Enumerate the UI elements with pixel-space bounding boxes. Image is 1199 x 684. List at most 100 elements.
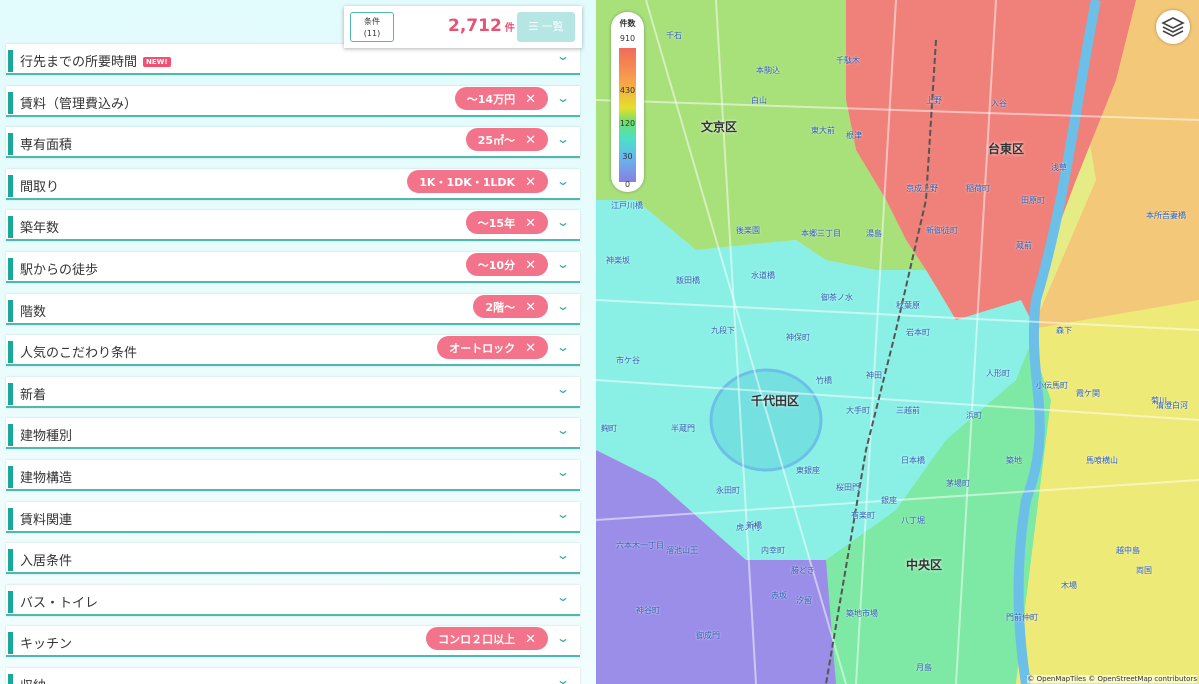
station-label[interactable]: 田原町 [1021,195,1045,206]
station-label[interactable]: 湯島 [866,228,882,239]
station-label[interactable]: 京成上野 [906,183,938,194]
chevron-down-icon[interactable]: ⌄ [556,465,570,479]
station-label[interactable]: 有楽町 [851,510,875,521]
filter-chip[interactable]: 〜14万円 ✕ [454,86,548,110]
station-label[interactable]: 新御徒町 [926,225,958,236]
station-label[interactable]: 半蔵門 [671,423,695,434]
conditions-button[interactable]: 条件 (11) [350,12,394,42]
station-label[interactable]: 千駄木 [836,55,860,66]
close-icon[interactable]: ✕ [525,92,536,107]
station-label[interactable]: 後楽園 [736,225,760,236]
filter-chip[interactable]: 〜15年 ✕ [465,211,548,235]
map-attribution[interactable]: © OpenMapTiles © OpenStreetMap contribut… [1027,675,1197,683]
filter-row[interactable]: 新着 ⌄ [6,376,580,408]
station-label[interactable]: 九段下 [711,325,735,336]
filter-row[interactable]: 建物種別 ⌄ [6,418,580,450]
station-label[interactable]: 神楽坂 [606,255,630,266]
station-label[interactable]: 溜池山王 [666,545,698,556]
station-label[interactable]: 人形町 [986,368,1010,379]
chevron-down-icon[interactable]: ⌄ [556,673,570,684]
filter-row[interactable]: バス・トイレ ⌄ [6,584,580,616]
chevron-down-icon[interactable]: ⌄ [556,340,570,354]
station-label[interactable]: 稲荷町 [966,183,990,194]
close-icon[interactable]: ✕ [525,133,536,148]
station-label[interactable]: 三越前 [896,405,920,416]
chevron-down-icon[interactable]: ⌄ [556,423,570,437]
close-icon[interactable]: ✕ [525,341,536,356]
station-label[interactable]: 八丁堀 [901,515,925,526]
station-label[interactable]: 根津 [846,130,862,141]
filter-chip[interactable]: オートロック ✕ [437,336,548,360]
filter-row[interactable]: 階数 2階〜 ✕ ⌄ [6,293,580,325]
station-label[interactable]: 神保町 [786,332,810,343]
station-label[interactable]: 銀座 [881,495,897,506]
filter-chip[interactable]: 1K・1DK・1LDK ✕ [407,169,548,193]
station-label[interactable]: 木場 [1061,580,1077,591]
close-icon[interactable]: ✕ [525,258,536,273]
station-label[interactable]: 馬喰横山 [1086,455,1118,466]
station-label[interactable]: 本所吾妻橋 [1146,210,1186,221]
station-label[interactable]: 神田 [866,370,882,381]
chevron-down-icon[interactable]: ⌄ [556,631,570,645]
station-label[interactable]: 本郷三丁目 [801,228,841,239]
filter-row[interactable]: 入居条件 ⌄ [6,543,580,575]
station-label[interactable]: 上野 [926,95,942,106]
chevron-down-icon[interactable]: ⌄ [556,91,570,105]
station-label[interactable]: 岩本町 [906,327,930,338]
station-label[interactable]: 神谷町 [636,605,660,616]
station-label[interactable]: 千石 [666,30,682,41]
filter-row[interactable]: 駅からの徒歩 〜10分 ✕ ⌄ [6,252,580,283]
filter-row[interactable]: 専有面積 25㎡〜 ✕ ⌄ [6,127,580,159]
station-label[interactable]: 蔵前 [1016,240,1032,251]
chevron-down-icon[interactable]: ⌄ [556,590,570,604]
station-label[interactable]: 新橋 [746,520,762,531]
chevron-down-icon[interactable]: ⌄ [556,257,570,271]
station-label[interactable]: 築地市場 [846,608,878,619]
station-label[interactable]: 浜町 [966,410,982,421]
chevron-down-icon[interactable]: ⌄ [556,132,570,146]
station-label[interactable]: 入谷 [991,98,1007,109]
chevron-down-icon[interactable]: ⌄ [556,174,570,188]
filter-row[interactable]: 収納 ⌄ [6,668,580,684]
station-label[interactable]: 麹町 [601,423,617,434]
chevron-down-icon[interactable]: ⌄ [556,507,570,521]
chevron-down-icon[interactable]: ⌄ [556,382,570,396]
close-icon[interactable]: ✕ [525,216,536,231]
chevron-down-icon[interactable]: ⌄ [556,215,570,229]
station-label[interactable]: 御成門 [696,630,720,641]
close-icon[interactable]: ✕ [525,300,536,315]
filter-row[interactable]: 築年数 〜15年 ✕ ⌄ [6,210,580,242]
station-label[interactable]: 市ケ谷 [616,355,640,366]
station-label[interactable]: 江戸川橋 [611,200,643,211]
station-label[interactable]: 赤坂 [771,590,787,601]
chevron-down-icon[interactable]: ⌄ [556,49,570,63]
filter-chip[interactable]: 2階〜 ✕ [473,294,548,318]
filter-row[interactable]: 賃料関連 ⌄ [6,501,580,533]
station-label[interactable]: 永田町 [716,485,740,496]
filter-chip[interactable]: コンロ２口以上 ✕ [426,627,548,651]
list-view-button[interactable]: ☰ 一覧 [517,12,575,42]
station-label[interactable]: 大手町 [846,405,870,416]
station-label[interactable]: 六本木一丁目 [616,540,664,551]
station-label[interactable]: 越中島 [1116,545,1140,556]
station-label[interactable]: 門前仲町 [1006,612,1038,623]
filter-row[interactable]: 人気のこだわり条件 オートロック ✕ ⌄ [6,335,580,367]
station-label[interactable]: 本駒込 [756,65,780,76]
station-label[interactable]: 茅場町 [946,478,970,489]
station-label[interactable]: 内幸町 [761,545,785,556]
station-label[interactable]: 霞ケ関 [1076,388,1100,399]
station-label[interactable]: 汐留 [796,595,812,606]
station-label[interactable]: 水道橋 [751,270,775,281]
layers-button[interactable] [1156,10,1190,44]
filter-row[interactable]: 建物構造 ⌄ [6,460,580,491]
close-icon[interactable]: ✕ [525,175,536,190]
station-label[interactable]: 東銀座 [796,465,820,476]
station-label[interactable]: 東大前 [811,125,835,136]
station-label[interactable]: 森下 [1056,325,1072,336]
station-label[interactable]: 菊川 [1151,395,1167,406]
station-label[interactable]: 桜田門 [836,482,860,493]
station-label[interactable]: 築地 [1006,455,1022,466]
filter-row[interactable]: キッチン コンロ２口以上 ✕ ⌄ [6,626,580,658]
station-label[interactable]: 飯田橋 [676,275,700,286]
station-label[interactable]: 浅草 [1051,162,1067,173]
